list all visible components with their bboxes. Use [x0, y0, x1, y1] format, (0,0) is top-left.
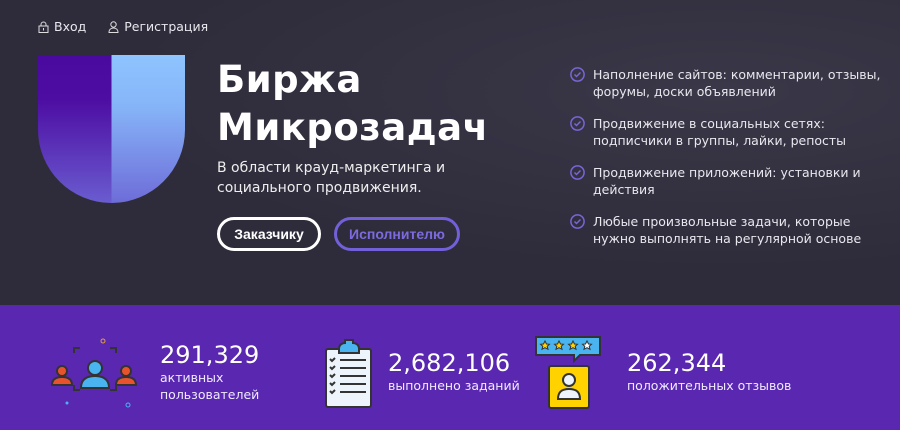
review-icon [535, 336, 601, 409]
top-nav: Вход Регистрация [38, 19, 208, 34]
stat-active-users: 291,329 активных пользователей [160, 341, 259, 403]
check-circle-icon [570, 165, 585, 180]
register-link[interactable]: Регистрация [108, 19, 208, 34]
feature-item: Продвижение в социальных сетях: подписчи… [570, 115, 890, 164]
page-title: Биржа Микрозадач [217, 56, 488, 152]
stat-label: активных [160, 370, 224, 385]
feature-item: Наполнение сайтов: комментарии, отзывы, … [570, 66, 890, 115]
stat-positive-reviews: 262,344 положительных отзывов [627, 349, 791, 394]
stat-completed-tasks: 2,682,106 выполнено заданий [388, 349, 520, 394]
feature-text: Наполнение сайтов: комментарии, отзывы, … [593, 67, 881, 99]
check-circle-icon [570, 116, 585, 131]
stat-label: положительных отзывов [627, 378, 792, 393]
user-icon [108, 20, 119, 33]
check-circle-icon [570, 67, 585, 82]
check-circle-icon [570, 214, 585, 229]
stat-label: выполнено заданий [388, 378, 520, 393]
stat-label: пользователей [160, 387, 260, 402]
register-label: Регистрация [124, 19, 209, 34]
customer-button[interactable]: Заказчику [217, 217, 321, 251]
lock-icon [38, 21, 49, 33]
feature-text: Любые произвольные задачи, которые нужно… [593, 214, 862, 246]
login-label: Вход [54, 19, 87, 34]
feature-item: Продвижение приложений: установки и дейс… [570, 164, 890, 213]
performer-button[interactable]: Исполнителю [334, 217, 460, 251]
stat-value: 262,344 [627, 349, 727, 377]
hero-section: Вход Регистрация Биржа Микрозадач В обла… [0, 0, 900, 305]
title-line-1: Биржа [217, 58, 362, 101]
logo-shield [38, 55, 185, 203]
users-icon [50, 338, 138, 408]
features-list: Наполнение сайтов: комментарии, отзывы, … [570, 66, 890, 262]
stat-value: 291,329 [160, 341, 260, 369]
feature-text: Продвижение приложений: установки и дейс… [593, 165, 861, 197]
feature-text: Продвижение в социальных сетях: подписчи… [593, 116, 847, 148]
stat-value: 2,682,106 [388, 349, 511, 377]
stats-band: 291,329 активных пользователей 2,682,106… [0, 305, 900, 430]
login-link[interactable]: Вход [38, 19, 86, 34]
feature-item: Любые произвольные задачи, которые нужно… [570, 213, 890, 262]
clipboard-icon [325, 339, 372, 408]
title-line-2: Микрозадач [217, 106, 489, 149]
subtitle: В области крауд-маркетинга и социального… [217, 160, 446, 196]
